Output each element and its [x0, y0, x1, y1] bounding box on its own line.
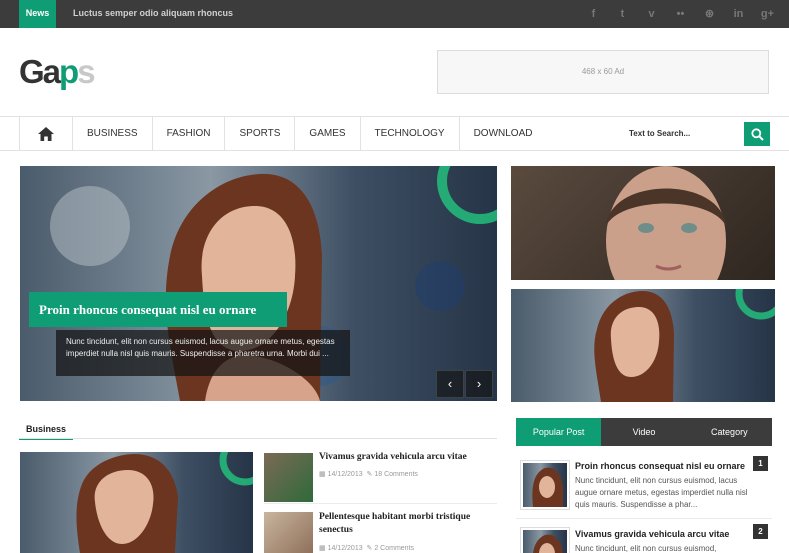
tab-category[interactable]: Category — [687, 418, 772, 446]
woman-thumb-photo — [523, 463, 567, 507]
popular-post-title-1[interactable]: Proin rhoncus consequat nisl eu ornare — [575, 461, 745, 471]
popular-divider — [516, 518, 772, 519]
top-bar: News Luctus semper odio aliquam rhoncus … — [0, 0, 789, 28]
flickr-icon[interactable]: •• — [671, 5, 690, 24]
popular-post-rank-2: 2 — [753, 524, 768, 539]
woman-photo-small — [594, 289, 775, 402]
woman-side-image[interactable] — [511, 289, 775, 402]
business-main-image[interactable] — [20, 452, 253, 553]
post-comments[interactable]: 2 Comments — [374, 545, 414, 552]
business-post-meta-1: ▦ 14/12/2013 ✎ 18 Comments — [319, 470, 418, 478]
slider-next-button[interactable]: › — [465, 370, 493, 398]
linkedin-icon[interactable]: in — [729, 5, 748, 24]
nav-item-fashion[interactable]: FASHION — [153, 117, 226, 150]
logo-text-part2: p — [59, 53, 79, 90]
logo-text-part3: s — [77, 53, 95, 90]
search-icon — [750, 127, 764, 141]
facebook-icon[interactable]: f — [584, 5, 603, 24]
post-divider — [264, 503, 497, 504]
calendar-icon: ▦ — [319, 471, 326, 478]
dribbble-icon[interactable]: ⊛ — [700, 5, 719, 24]
comment-icon: ✎ — [366, 545, 373, 552]
section-divider — [19, 438, 497, 439]
sidebar-tabs: Popular Post Video Category — [516, 418, 772, 446]
social-links: f t v •• ⊛ in g+ — [584, 0, 777, 28]
slider-prev-button[interactable]: ‹ — [436, 370, 464, 398]
slide-title[interactable]: Proin rhoncus consequat nisl eu ornare — [29, 292, 287, 327]
news-label: News — [19, 0, 56, 28]
nav-item-download[interactable]: DOWNLOAD — [460, 117, 547, 150]
business-post-thumb-1[interactable] — [264, 453, 313, 502]
girl-portrait-image[interactable] — [511, 166, 775, 280]
girl-face-photo — [606, 166, 726, 280]
comment-icon: ✎ — [366, 471, 373, 478]
search-button[interactable] — [744, 122, 770, 146]
nav-item-business[interactable]: BUSINESS — [73, 117, 153, 150]
nav-item-games[interactable]: GAMES — [295, 117, 361, 150]
post-comments[interactable]: 18 Comments — [374, 471, 418, 478]
popular-post-thumb-1[interactable] — [520, 460, 570, 510]
nav-home-button[interactable] — [19, 117, 73, 150]
woman-photo-business — [76, 452, 253, 553]
popular-post-thumb-2[interactable] — [520, 527, 570, 553]
ad-banner[interactable]: 468 x 60 Ad — [437, 50, 769, 94]
tab-video[interactable]: Video — [601, 418, 686, 446]
business-section-title[interactable]: Business — [19, 420, 74, 440]
home-icon — [38, 126, 54, 141]
site-logo[interactable]: Gaps — [19, 53, 96, 91]
news-ticker-link[interactable]: Luctus semper odio aliquam rhoncus — [73, 0, 233, 26]
twitter-icon[interactable]: t — [613, 5, 632, 24]
business-post-title-1[interactable]: Vivamus gravida vehicula arcu vitae — [319, 451, 495, 464]
tab-popular-post[interactable]: Popular Post — [516, 418, 602, 446]
vimeo-icon[interactable]: v — [642, 5, 661, 24]
nav-item-technology[interactable]: TECHNOLOGY — [361, 117, 460, 150]
slide-excerpt: Nunc tincidunt, elit non cursus euismod,… — [56, 330, 350, 376]
nav-item-sports[interactable]: SPORTS — [225, 117, 296, 150]
calendar-icon: ▦ — [319, 545, 326, 552]
googleplus-icon[interactable]: g+ — [758, 5, 777, 24]
business-post-meta-2: ▦ 14/12/2013 ✎ 2 Comments — [319, 544, 414, 552]
popular-post-excerpt-2: Nunc tincidunt, elit non cursus euismod, — [575, 544, 717, 553]
business-post-title-2[interactable]: Pellentesque habitant morbi tristique se… — [319, 511, 495, 537]
popular-post-rank-1: 1 — [753, 456, 768, 471]
woman-thumb-photo-2 — [523, 530, 567, 553]
search-input[interactable]: Text to Search... — [629, 117, 690, 150]
popular-post-title-2[interactable]: Vivamus gravida vehicula arcu vitae — [575, 529, 729, 539]
post-date: 14/12/2013 — [327, 545, 363, 552]
popular-post-excerpt-1: Nunc tincidunt, elit non cursus euismod,… — [575, 476, 748, 509]
main-nav: BUSINESS FASHION SPORTS GAMES TECHNOLOGY… — [0, 116, 789, 151]
business-post-thumb-2[interactable] — [264, 512, 313, 553]
logo-text-part1: Ga — [19, 53, 61, 90]
post-date: 14/12/2013 — [327, 471, 363, 478]
